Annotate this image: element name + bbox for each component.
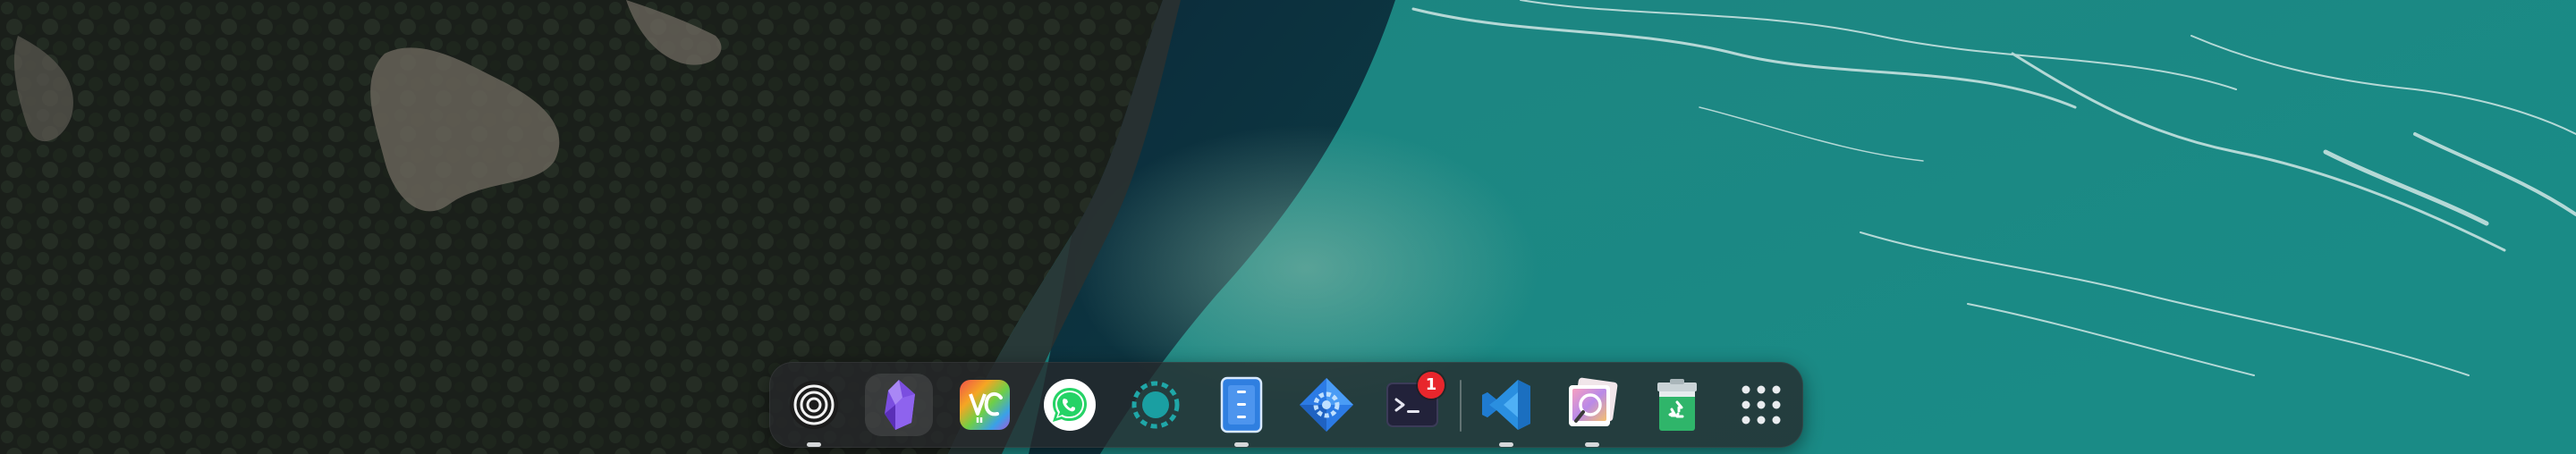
- dock-separator: [1460, 380, 1462, 432]
- dock-item-terminal[interactable]: 1: [1378, 372, 1446, 436]
- dock-item-whatsapp[interactable]: [1036, 374, 1104, 436]
- vc-rainbow-icon: [958, 378, 1012, 432]
- running-indicator: [1499, 442, 1513, 447]
- running-indicator: [1234, 442, 1249, 447]
- running-indicator: [1585, 442, 1599, 447]
- dock-item-file-manager[interactable]: [1208, 374, 1275, 447]
- whatsapp-icon: [1042, 377, 1097, 433]
- dock: 1: [769, 362, 1803, 448]
- concentric-rings-icon: [787, 378, 841, 432]
- dock-item-launcher[interactable]: [1727, 374, 1795, 436]
- gear-diamond-icon: [1298, 376, 1355, 433]
- dock-item-vc-app[interactable]: [951, 374, 1019, 436]
- dock-item-vscode[interactable]: [1472, 374, 1540, 447]
- running-indicator: [807, 442, 821, 447]
- obsidian-crystal-icon: [876, 378, 922, 432]
- dock-item-obsidian[interactable]: [865, 374, 933, 436]
- notification-badge: 1: [1418, 372, 1445, 399]
- dock-item-multitasking[interactable]: [780, 374, 848, 447]
- dock-item-loader-app[interactable]: [1122, 374, 1190, 436]
- vscode-icon: [1479, 377, 1534, 433]
- file-manager-icon: [1219, 376, 1264, 433]
- dock-item-app-store[interactable]: [1292, 374, 1360, 436]
- photo-viewer-icon: [1563, 376, 1621, 433]
- dotted-ring-icon: [1129, 378, 1182, 432]
- dock-item-image-viewer[interactable]: [1558, 374, 1626, 447]
- app-grid-icon: [1739, 383, 1784, 427]
- recycle-bin-icon: [1652, 377, 1702, 433]
- dock-item-trash[interactable]: [1643, 374, 1711, 436]
